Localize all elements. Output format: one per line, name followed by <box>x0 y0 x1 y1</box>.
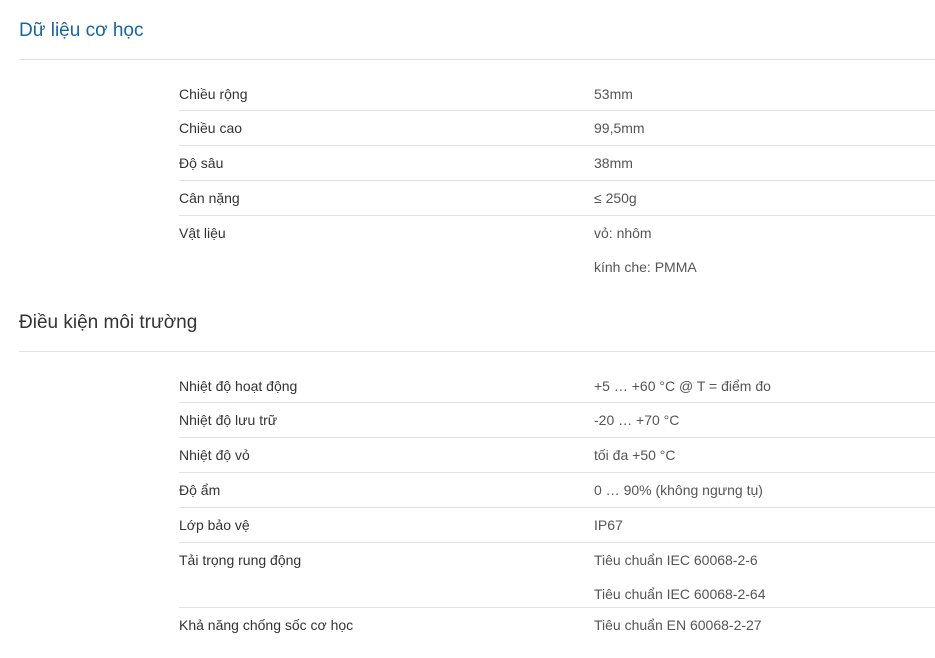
section-title-mechanical: Dữ liệu cơ học <box>19 20 144 41</box>
section-divider <box>19 59 935 60</box>
mechanical-spec-table: Chiều rộng 53mm Chiều cao 99,5mm Độ sâu … <box>179 77 935 280</box>
spec-row-material: Vật liệu vỏ: nhôm kính che: PMMA <box>179 215 935 280</box>
spec-label: Vật liệu <box>179 225 226 241</box>
spec-value: 38mm <box>594 146 934 180</box>
spec-label: Tải trọng rung động <box>179 552 302 568</box>
spec-label: Lớp bảo vệ <box>179 517 250 533</box>
environment-spec-table: Nhiệt độ hoạt động +5 … +60 °C @ T = điể… <box>179 369 935 642</box>
spec-value: IP67 <box>594 508 934 542</box>
spec-value-text: -20 … +70 °C <box>594 412 680 428</box>
spec-label: Độ sâu <box>179 155 224 171</box>
spec-value: tối đa +50 °C <box>594 438 934 472</box>
section-title-environment: Điều kiện môi trường <box>19 312 198 333</box>
spec-row-housing-temperature: Nhiệt độ vỏ tối đa +50 °C <box>179 437 935 472</box>
spec-value-text: vỏ: nhôm <box>594 225 652 241</box>
spec-value-text: Tiêu chuẩn EN 60068-2-27 <box>594 617 762 633</box>
spec-label: Chiều cao <box>179 120 243 136</box>
spec-row-storage-temperature: Nhiệt độ lưu trữ -20 … +70 °C <box>179 402 935 437</box>
spec-value: Tiêu chuẩn EN 60068-2-27 <box>594 608 934 642</box>
spec-value: 53mm <box>594 77 934 111</box>
spec-row-vibration-load: Tải trọng rung động Tiêu chuẩn IEC 60068… <box>179 542 935 607</box>
spec-row-depth: Độ sâu 38mm <box>179 145 935 180</box>
spec-value-text: 99,5mm <box>594 120 645 136</box>
spec-value-text: IP67 <box>594 517 623 533</box>
spec-value: Tiêu chuẩn IEC 60068-2-6 Tiêu chuẩn IEC … <box>594 543 934 607</box>
spec-label: Chiều rộng <box>179 86 248 102</box>
spec-value-text: ≤ 250g <box>594 190 637 206</box>
spec-row-width: Chiều rộng 53mm <box>179 77 935 110</box>
spec-value-text: 38mm <box>594 155 633 171</box>
spec-row-shock-resistance: Khả năng chống sốc cơ học Tiêu chuẩn EN … <box>179 607 935 642</box>
spec-value-text: 0 … 90% (không ngưng tụ) <box>594 482 763 498</box>
spec-row-protection-class: Lớp bảo vệ IP67 <box>179 507 935 542</box>
spec-label: Nhiệt độ lưu trữ <box>179 412 278 428</box>
spec-row-height: Chiều cao 99,5mm <box>179 110 935 145</box>
spec-row-weight: Cân nặng ≤ 250g <box>179 180 935 215</box>
spec-label: Độ ẩm <box>179 482 221 498</box>
spec-value: 0 … 90% (không ngưng tụ) <box>594 473 934 507</box>
spec-label: Khả năng chống sốc cơ học <box>179 617 354 633</box>
spec-value: ≤ 250g <box>594 181 934 215</box>
spec-value-text: Tiêu chuẩn IEC 60068-2-64 <box>594 586 766 602</box>
spec-value: -20 … +70 °C <box>594 403 934 437</box>
spec-value-text: tối đa +50 °C <box>594 447 676 463</box>
spec-value-text: kính che: PMMA <box>594 259 697 275</box>
spec-row-operating-temperature: Nhiệt độ hoạt động +5 … +60 °C @ T = điể… <box>179 369 935 402</box>
spec-value: +5 … +60 °C @ T = điểm đo <box>594 369 934 403</box>
spec-value-text: +5 … +60 °C @ T = điểm đo <box>594 378 771 394</box>
spec-value: 99,5mm <box>594 111 934 145</box>
section-divider <box>19 351 935 352</box>
spec-value-text: Tiêu chuẩn IEC 60068-2-6 <box>594 552 758 568</box>
spec-label: Nhiệt độ vỏ <box>179 447 250 463</box>
spec-label: Nhiệt độ hoạt động <box>179 378 298 394</box>
spec-value: vỏ: nhôm kính che: PMMA <box>594 216 934 280</box>
spec-label: Cân nặng <box>179 190 240 206</box>
spec-value-text: 53mm <box>594 86 633 102</box>
spec-row-humidity: Độ ẩm 0 … 90% (không ngưng tụ) <box>179 472 935 507</box>
